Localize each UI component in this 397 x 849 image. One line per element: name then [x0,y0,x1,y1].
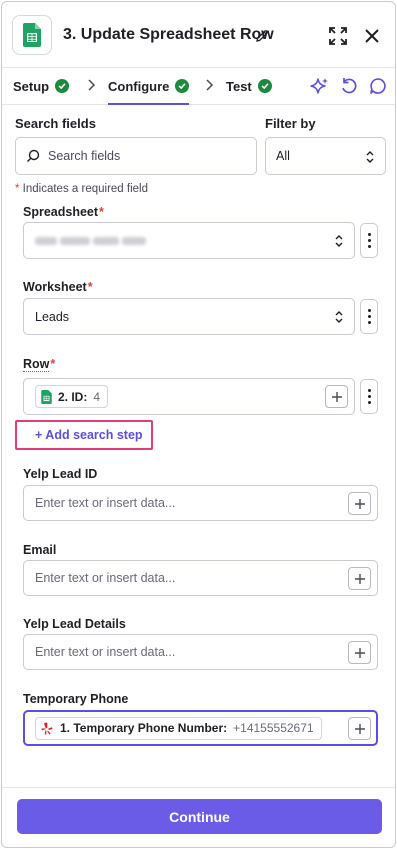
plus-icon [331,391,342,402]
row-pill-value: 4 [93,389,101,404]
temporary-phone-label: Temporary Phone [23,692,129,706]
yelp-lead-id-input[interactable]: Enter text or insert data... [23,485,378,521]
worksheet-label-text: Worksheet [23,280,87,294]
row-more-options-icon[interactable] [360,379,378,414]
plus-icon [354,647,365,658]
row-pill-label: 2. ID: [58,389,88,404]
plus-icon [354,498,365,509]
required-note-text: Indicates a required field [19,183,148,195]
yelp-lead-details-placeholder: Enter text or insert data... [35,645,176,659]
add-search-step-button[interactable]: + Add search step [15,420,153,450]
expand-icon[interactable] [328,26,348,46]
temporary-phone-input[interactable]: 1. Temporary Phone Number: +14155552671 [23,710,378,746]
required-star: * [87,280,93,294]
filter-by-label: Filter by [265,116,316,131]
yelp-lead-id-label: Yelp Lead ID [23,467,98,481]
chevron-right-icon [88,79,96,91]
plus-icon [354,723,365,734]
temporary-phone-data-pill[interactable]: 1. Temporary Phone Number: +14155552671 [35,716,322,740]
email-input[interactable]: Enter text or insert data... [23,560,378,596]
yelp-icon [41,722,53,735]
row-data-pill[interactable]: 2. ID: 4 [35,385,109,408]
tab-configure-label: Configure [108,78,170,94]
email-insert-data-button[interactable] [348,567,371,590]
worksheet-label: Worksheet* [23,280,93,294]
select-arrows-icon [335,235,343,247]
spreadsheet-label: Spreadsheet* [23,205,104,219]
google-sheets-icon [41,389,52,404]
required-star: * [50,357,56,371]
worksheet-value: Leads [35,309,70,324]
yelp-lead-details-label: Yelp Lead Details [23,617,126,631]
tab-setup[interactable]: Setup [13,68,70,104]
search-fields-label: Search fields [15,116,96,131]
check-circle-icon [257,79,272,93]
redacted-value [35,234,149,248]
plus-icon [354,573,365,584]
row-label-text: Row [23,357,50,372]
yelp-lead-id-placeholder: Enter text or insert data... [35,496,176,510]
yelp-lead-details-input[interactable]: Enter text or insert data... [23,634,378,670]
google-sheets-app-icon [12,15,52,55]
tab-configure[interactable]: Configure [108,68,190,105]
row-label: Row* [23,357,56,372]
email-label: Email [23,543,57,557]
panel-footer: Continue [2,787,395,847]
tab-test[interactable]: Test [226,68,272,104]
required-star: * [99,205,104,219]
select-arrows-icon [366,151,374,163]
check-circle-icon [55,79,70,93]
panel-header: 3. Update Spreadsheet Row [2,2,395,68]
step-title: 3. Update Spreadsheet Row [63,26,274,43]
search-icon [27,149,40,162]
required-note: * Indicates a required field [15,183,148,195]
temporary-phone-pill-value: +14155552671 [233,721,314,735]
spreadsheet-more-options-icon[interactable] [360,223,378,258]
undo-icon[interactable] [339,76,359,96]
filter-value: All [276,149,290,163]
worksheet-more-options-icon[interactable] [360,299,378,334]
tab-test-label: Test [226,78,252,94]
edit-title-pencil-icon[interactable] [255,29,269,43]
temporary-phone-pill-label: 1. Temporary Phone Number: [60,721,228,735]
step-panel: 3. Update Spreadsheet Row Setup Configur… [1,1,396,848]
spreadsheet-label-text: Spreadsheet [23,205,99,219]
temporary-phone-insert-data-button[interactable] [348,717,371,740]
chevron-right-icon [206,79,214,91]
tab-setup-label: Setup [13,78,50,94]
yelp-lead-id-insert-data-button[interactable] [348,492,371,515]
close-icon[interactable] [362,26,382,46]
search-fields-input[interactable]: Search fields [15,137,257,175]
email-placeholder: Enter text or insert data... [35,571,176,585]
continue-button[interactable]: Continue [17,799,382,834]
spreadsheet-select[interactable] [23,222,355,259]
yelp-lead-details-insert-data-button[interactable] [348,641,371,664]
row-input[interactable]: 2. ID: 4 [23,378,355,415]
ai-sparkle-icon[interactable] [310,76,330,96]
row-insert-data-button[interactable] [325,385,348,408]
select-arrows-icon [335,311,343,323]
search-placeholder: Search fields [48,149,121,163]
worksheet-select[interactable]: Leads [23,298,355,335]
step-tabs: Setup Configure Test [2,68,395,105]
comment-icon[interactable] [368,76,388,96]
check-circle-icon [175,79,190,93]
filter-select[interactable]: All [265,137,386,175]
